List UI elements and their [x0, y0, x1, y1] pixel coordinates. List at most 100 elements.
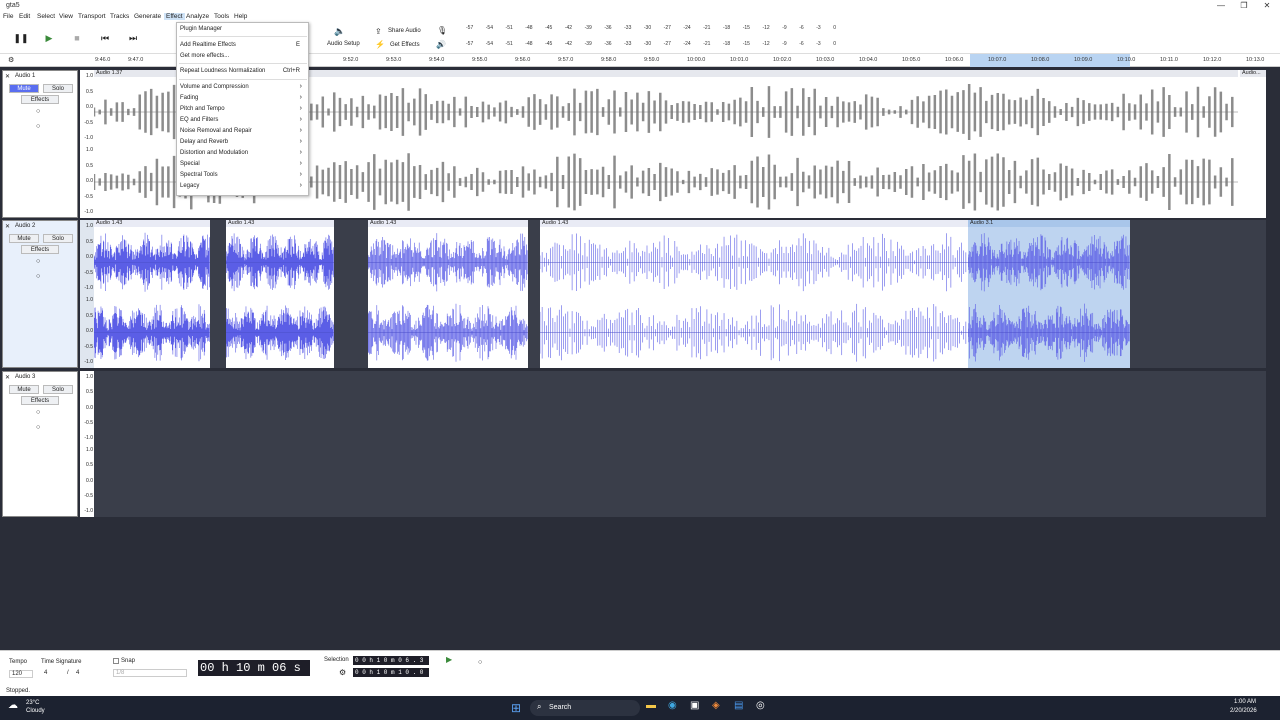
share-audio-button[interactable]: Share Audio: [388, 28, 421, 34]
menu-tracks[interactable]: Tracks: [110, 13, 129, 20]
menu-item-plugin-manager[interactable]: Plugin Manager: [180, 26, 306, 32]
mute-button[interactable]: Mute: [9, 234, 39, 243]
stop-icon[interactable]: ■: [67, 28, 87, 48]
menu-help[interactable]: Help: [234, 13, 247, 20]
menu-item-distortion-and-modulation[interactable]: Distortion and Modulation ›: [180, 149, 306, 156]
time-display[interactable]: 00 h 10 m 06 s: [198, 660, 310, 676]
effects-button[interactable]: Effects: [21, 396, 59, 405]
pan-slider[interactable]: ○: [36, 424, 40, 431]
menu-item-special[interactable]: Special ›: [180, 160, 306, 167]
edge-icon[interactable]: ◉: [668, 700, 677, 711]
file-explorer-icon[interactable]: ▬: [646, 700, 656, 711]
selection-start[interactable]: 0 0 h 1 0 m 0 6 . 3 1 9 s: [353, 656, 429, 673]
menu-item-fading[interactable]: Fading ›: [180, 94, 306, 101]
solo-button[interactable]: Solo: [43, 234, 73, 243]
minimize-button[interactable]: —: [1210, 0, 1232, 11]
solo-button[interactable]: Solo: [43, 385, 73, 394]
notepad-icon[interactable]: ▤: [734, 700, 743, 711]
cloud-icon[interactable]: ☁: [8, 700, 18, 711]
speed-slider[interactable]: ○: [478, 659, 482, 666]
close-icon[interactable]: ✕: [5, 73, 10, 80]
store-icon[interactable]: ▣: [690, 700, 699, 711]
menu-item-legacy[interactable]: Legacy ›: [180, 182, 306, 189]
track-name[interactable]: Audio 2: [15, 223, 35, 229]
menu-item-add-realtime-effects[interactable]: Add Realtime Effects E: [180, 42, 306, 48]
clip-label[interactable]: Audio 1.43: [226, 220, 334, 227]
audio-clip[interactable]: Audio 1.43: [226, 220, 334, 368]
taskbar-search[interactable]: ⌕ Search: [530, 700, 640, 716]
maximize-button[interactable]: ❐: [1233, 0, 1255, 11]
menu-tools[interactable]: Tools: [214, 13, 229, 20]
microphone-icon[interactable]: 🎙: [437, 26, 447, 35]
speaker-icon[interactable]: 🔈: [334, 26, 345, 37]
menu-item-delay-and-reverb[interactable]: Delay and Reverb ›: [180, 138, 306, 145]
get-effects-button[interactable]: Get Effects: [390, 42, 420, 48]
close-button[interactable]: ✕: [1256, 0, 1278, 11]
skip-end-icon[interactable]: ⏭: [123, 28, 143, 48]
audio-clip[interactable]: Audio 1.43: [368, 220, 528, 368]
menu-item-pitch-and-tempo[interactable]: Pitch and Tempo ›: [180, 105, 306, 112]
menu-view[interactable]: View: [59, 13, 73, 20]
clip-label[interactable]: Audio 1.43: [540, 220, 968, 227]
menu-generate[interactable]: Generate: [134, 13, 161, 20]
menu-item-noise-removal-and-repair[interactable]: Noise Removal and Repair ›: [180, 127, 306, 134]
skip-start-icon[interactable]: ⏮: [95, 28, 115, 48]
app-icon[interactable]: ◎: [756, 700, 765, 711]
record-meter[interactable]: -57 -54 -51 -48 -45 -42 -39 -36 -33 -30 -27 -24 -21-…: [466, 25, 836, 33]
menu-effect[interactable]: Effect: [164, 13, 185, 20]
tempo-input[interactable]: 120: [9, 670, 33, 678]
menu-item-get-more-effects[interactable]: Get more effects...: [180, 53, 306, 59]
menu-select[interactable]: Select: [37, 13, 55, 20]
ts-denominator[interactable]: 4: [76, 670, 79, 676]
audio-clip-selected[interactable]: Audio 3.1: [968, 220, 1130, 368]
track-name[interactable]: Audio 1: [15, 73, 35, 79]
track-control-audio-1[interactable]: ✕ Audio 1 Mute Solo Effects ○ ○: [2, 70, 78, 218]
mute-button[interactable]: Mute: [9, 84, 39, 93]
menu-item-eq-and-filters[interactable]: EQ and Filters ›: [180, 116, 306, 123]
clip-label[interactable]: Audio...: [1240, 70, 1266, 77]
speaker-meter-icon[interactable]: 🔊: [436, 40, 446, 49]
track-control-audio-2[interactable]: ✕ Audio 2 Mute Solo Effects ○ ○: [2, 220, 78, 368]
gear-icon[interactable]: ⚙: [8, 56, 14, 64]
gain-slider[interactable]: ○: [36, 409, 40, 416]
solo-button[interactable]: Solo: [43, 84, 73, 93]
track-lane-audio-3[interactable]: [94, 371, 1266, 517]
ts-numerator[interactable]: 4: [44, 670, 47, 676]
clock-date[interactable]: 2/20/2026: [1230, 708, 1257, 714]
mute-button[interactable]: Mute: [9, 385, 39, 394]
menu-item-volume-and-compression[interactable]: Volume and Compression ›: [180, 83, 306, 90]
track-name[interactable]: Audio 3: [15, 374, 35, 380]
playback-meter[interactable]: -57 -54 -51 -48 -45 -42 -39 -36 -33 -30 -27 -24 -21-…: [466, 41, 836, 49]
menu-transport[interactable]: Transport: [78, 13, 106, 20]
pan-slider[interactable]: ○: [36, 273, 40, 280]
pan-slider[interactable]: ○: [36, 123, 40, 130]
effects-button[interactable]: Effects: [21, 245, 59, 254]
audio-clip[interactable]: Audio 1.43: [540, 220, 968, 368]
menu-item-spectral-tools[interactable]: Spectral Tools ›: [180, 171, 306, 178]
snap-checkbox[interactable]: [113, 658, 119, 664]
audio-clip[interactable]: Audio...: [1240, 70, 1266, 218]
pause-icon[interactable]: ❚❚: [11, 28, 31, 48]
close-icon[interactable]: ✕: [5, 223, 10, 230]
menu-item-repeat-loudness-normalization[interactable]: Repeat Loudness Normalization Ctrl+R: [180, 68, 306, 74]
menu-edit[interactable]: Edit: [19, 13, 30, 20]
audacity-icon[interactable]: ◈: [712, 700, 720, 711]
menu-analyze[interactable]: Analyze: [186, 13, 209, 20]
menu-file[interactable]: File: [3, 13, 13, 20]
selection-gear-icon[interactable]: ⚙: [339, 668, 346, 677]
audio-clip[interactable]: Audio 1.43: [94, 220, 210, 368]
clock-time[interactable]: 1:00 AM: [1234, 699, 1256, 705]
windows-start-icon[interactable]: ⊞: [511, 701, 521, 715]
snap-dropdown[interactable]: 1/8: [113, 669, 187, 677]
effects-button[interactable]: Effects: [21, 95, 59, 104]
clip-label[interactable]: Audio 3.1: [968, 220, 1130, 227]
track-lane-audio-2[interactable]: Audio 1.43 Audio 1.43 Audio 1.43 Audio 1…: [94, 220, 1266, 368]
audio-setup-label[interactable]: Audio Setup: [327, 41, 360, 47]
play-at-speed-icon[interactable]: ▶: [446, 655, 452, 664]
selection-end[interactable]: 0 0 h 1 0 m 1 0 . 0 5 8 s: [353, 668, 429, 685]
gain-slider[interactable]: ○: [36, 258, 40, 265]
track-control-audio-3[interactable]: ✕ Audio 3 Mute Solo Effects ○ ○: [2, 371, 78, 517]
clip-label[interactable]: Audio 1.43: [368, 220, 528, 227]
play-icon[interactable]: ▶: [39, 28, 59, 48]
gain-slider[interactable]: ○: [36, 108, 40, 115]
